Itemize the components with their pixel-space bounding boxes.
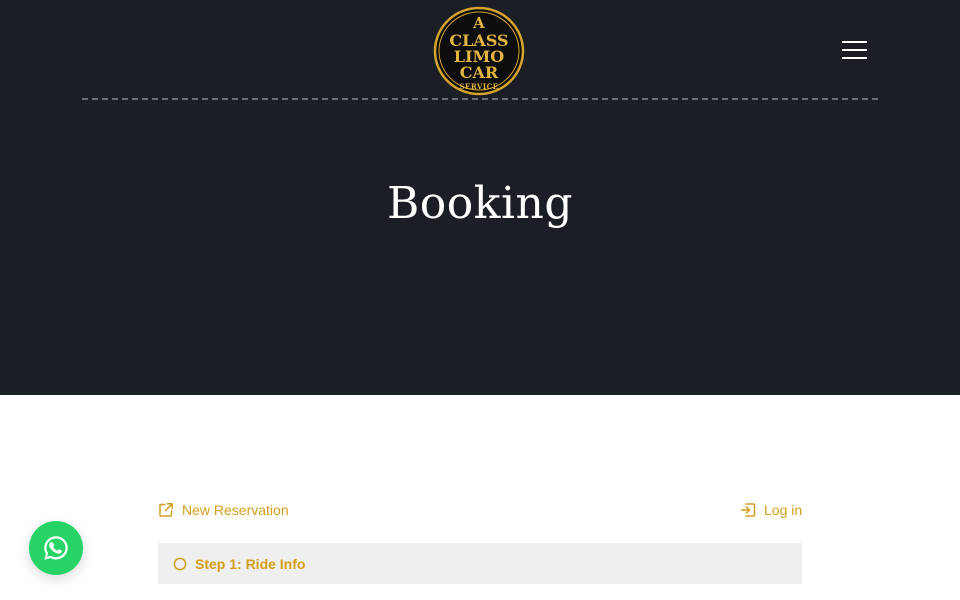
login-icon <box>740 503 756 517</box>
hamburger-icon <box>842 41 867 43</box>
login-link[interactable]: Log in <box>740 500 802 520</box>
new-reservation-label: New Reservation <box>182 502 289 518</box>
hamburger-icon-bar <box>842 49 867 51</box>
whatsapp-chat-button[interactable] <box>29 521 83 575</box>
logo-line-car: CAR <box>460 63 499 82</box>
external-link-icon <box>159 503 173 517</box>
logo-emblem: A CLASS LIMO CAR SERVICE <box>433 6 525 96</box>
site-logo[interactable]: A CLASS LIMO CAR SERVICE <box>433 6 525 96</box>
circle-icon <box>173 557 187 570</box>
hero-section: A CLASS LIMO CAR SERVICE Booking <box>0 0 960 395</box>
logo-line-service: SERVICE <box>459 82 498 91</box>
step-label: Step 1: Ride Info <box>195 555 306 572</box>
new-reservation-link[interactable]: New Reservation <box>158 500 289 520</box>
hamburger-icon-bar <box>842 57 867 59</box>
menu-button[interactable] <box>840 38 868 64</box>
page-title: Booking <box>386 178 574 229</box>
header-divider <box>82 98 878 100</box>
login-label: Log in <box>764 502 803 518</box>
whatsapp-icon <box>44 536 68 560</box>
step-1-ride-info[interactable]: Step 1: Ride Info <box>158 543 802 584</box>
logo-line-a: A <box>472 14 485 32</box>
